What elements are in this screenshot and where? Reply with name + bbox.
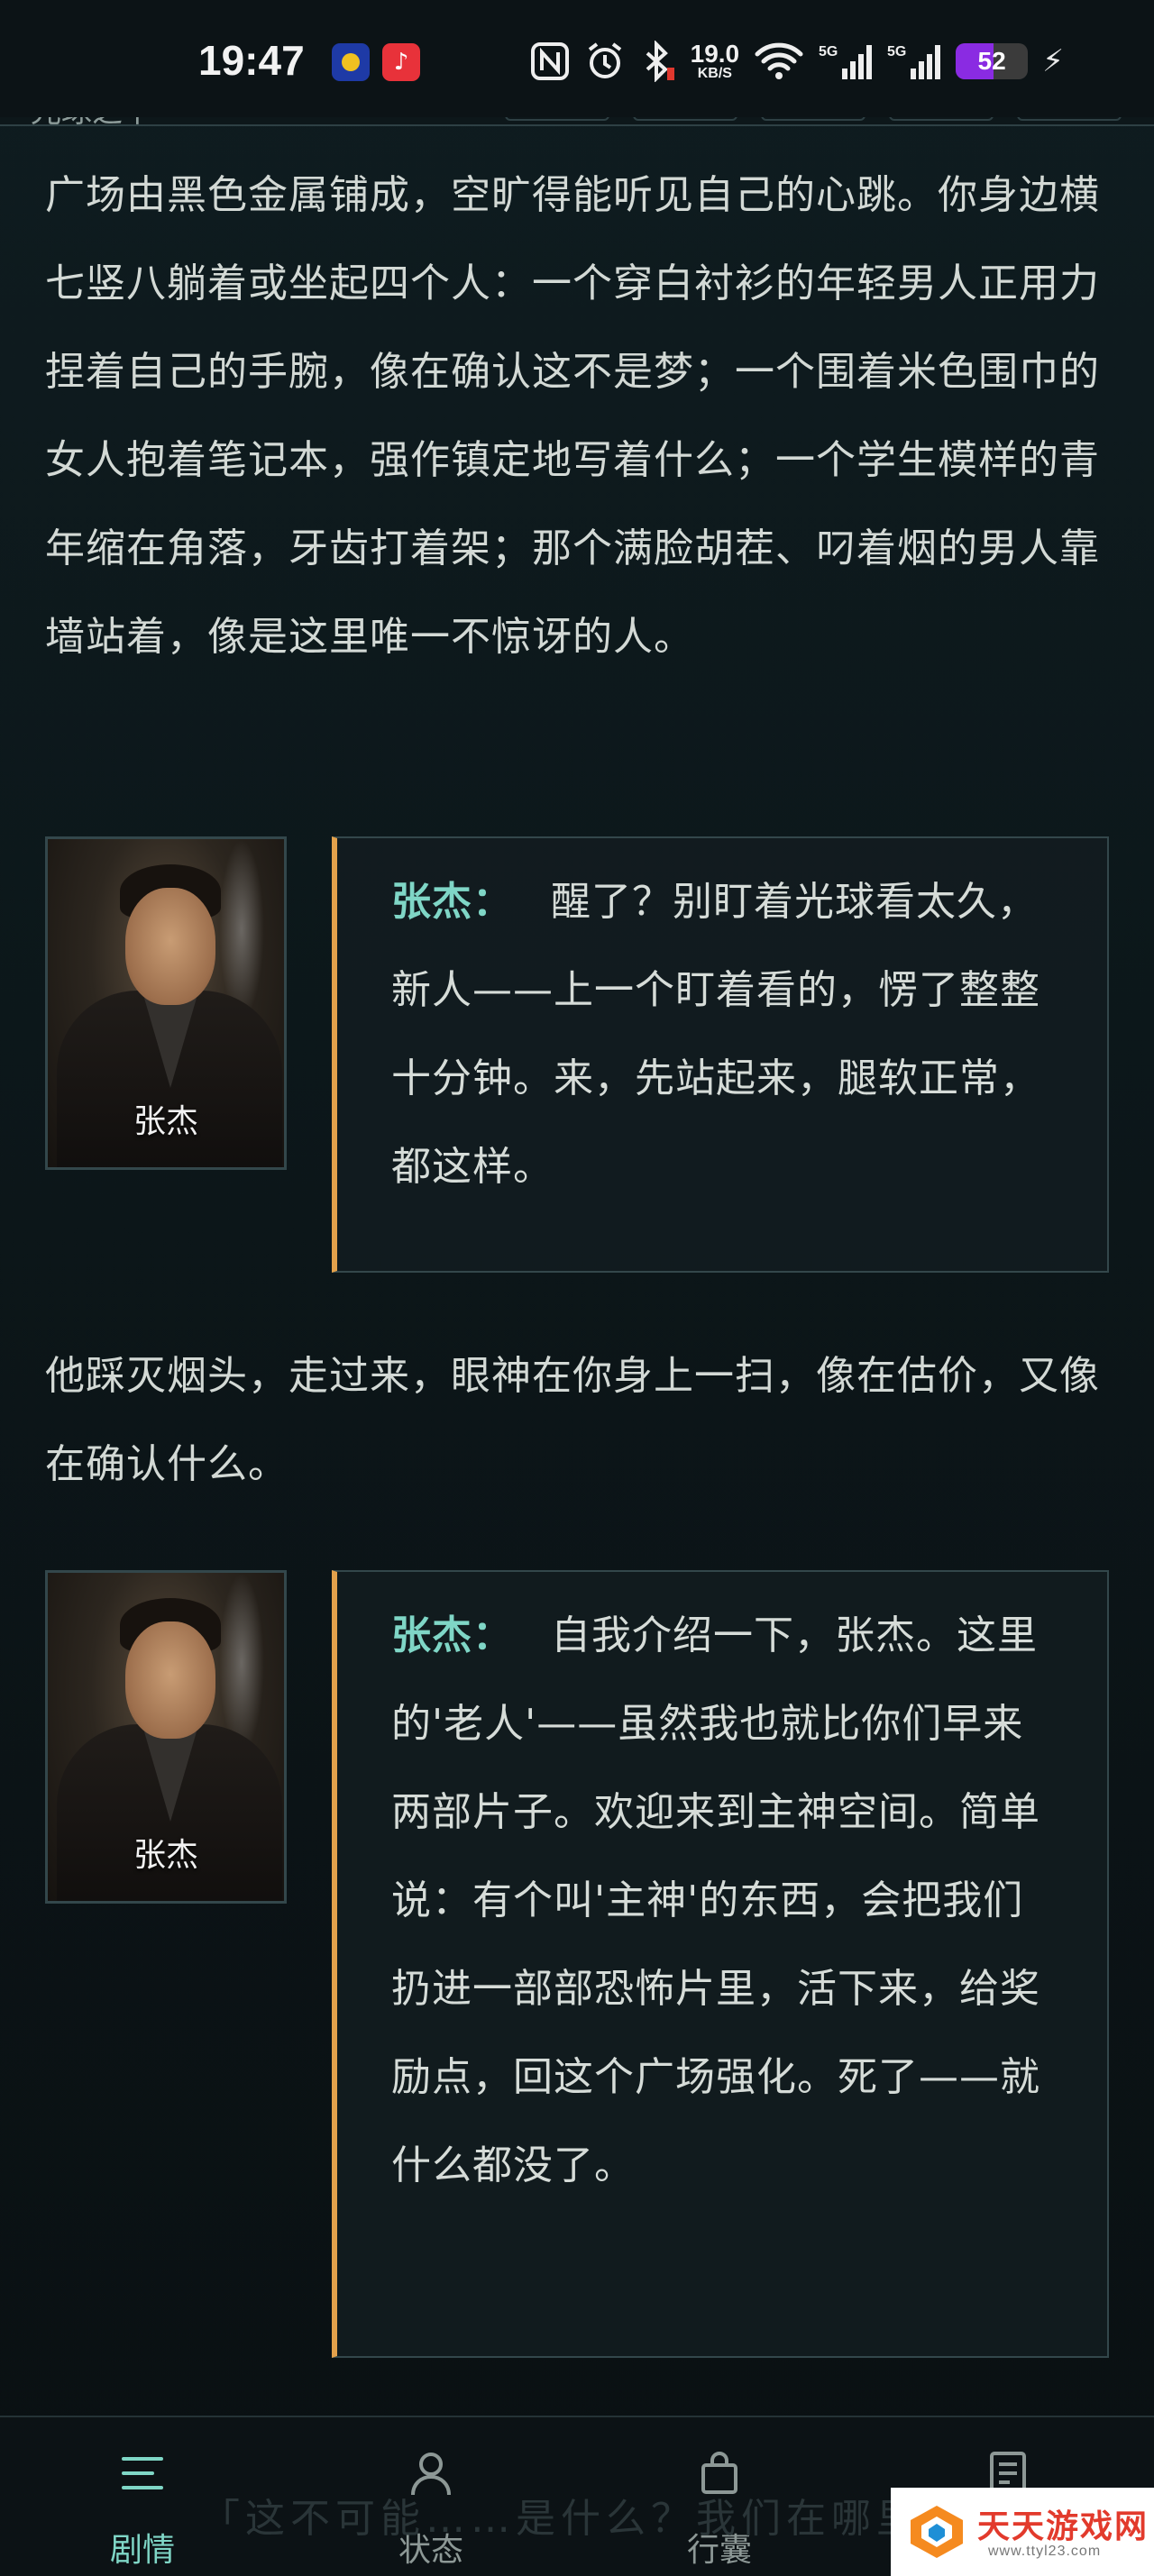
dialogue-bubble: 张杰： 醒了？别盯着光球看太久，新人——上一个盯着看的，愣了整整十分钟。来，先站起… <box>332 836 1109 1273</box>
status-icons: 19.0 KB/S 5G 5G 52 ⚡ <box>530 36 1064 87</box>
watermark-logo-icon <box>911 2506 963 2558</box>
svg-text:5G: 5G <box>819 44 838 59</box>
character-avatar[interactable]: 张杰 <box>45 1570 287 1904</box>
signal-icon: 5G <box>819 44 873 79</box>
battery-indicator: 52 <box>956 43 1029 79</box>
character-avatar[interactable]: 张杰 <box>45 836 287 1170</box>
nfc-icon <box>530 42 569 80</box>
status-bar: 19:47 ♪ 19.0 KB/S 5G 5G 52 ⚡ <box>0 0 1154 117</box>
dialogue-speaker: 张杰： <box>391 1612 513 1658</box>
app-notification-icon <box>332 43 370 81</box>
wifi-icon <box>755 42 803 79</box>
bluetooth-icon <box>646 41 674 82</box>
site-watermark: 天天游戏网 www.ttyl23.com <box>891 2488 1154 2576</box>
dialogue-bubble: 张杰： 自我介绍一下，张杰。这里的'老人'——虽然我也就比你们早来两部片子。欢迎来… <box>332 1570 1109 2358</box>
net-speed: 19.0 KB/S <box>690 40 740 81</box>
menu-lines-icon <box>115 2446 169 2500</box>
narration-paragraph: 他踩灭烟头，走过来，眼神在你身上一扫，像在估价，又像在确认什么。 <box>45 1353 1100 1487</box>
music-app-icon: ♪ <box>382 43 420 81</box>
svg-text:5G: 5G <box>887 44 906 59</box>
signal-icon-2: 5G <box>887 44 941 79</box>
narration-paragraph: 广场由黑色金属铺成，空旷得能听见自己的心跳。你身边横七竖八躺着或坐起四个人：一个… <box>45 172 1100 660</box>
dialogue-speaker: 张杰： <box>391 879 513 925</box>
alarm-icon <box>588 42 621 78</box>
scroll-ghost-text: 「这不可能……是什么？我们在哪里？ <box>200 2496 966 2542</box>
status-time: 19:47 <box>198 37 305 84</box>
dialogue-text: 自我介绍一下，张杰。这里的'老人'——虽然我也就比你们早来两部片子。欢迎来到主神… <box>391 1612 1040 2188</box>
avatar-name: 张杰 <box>133 1103 198 1140</box>
watermark-url: www.ttyl23.com <box>988 2544 1102 2559</box>
charging-icon: ⚡ <box>1042 43 1064 79</box>
avatar-name: 张杰 <box>133 1837 198 1874</box>
dialogue-text: 醒了？别盯着光球看太久，新人——上一个盯着看的，愣了整整十分钟。来，先站起来，腿… <box>391 879 1040 1190</box>
watermark-title: 天天游戏网 <box>977 2508 1149 2545</box>
